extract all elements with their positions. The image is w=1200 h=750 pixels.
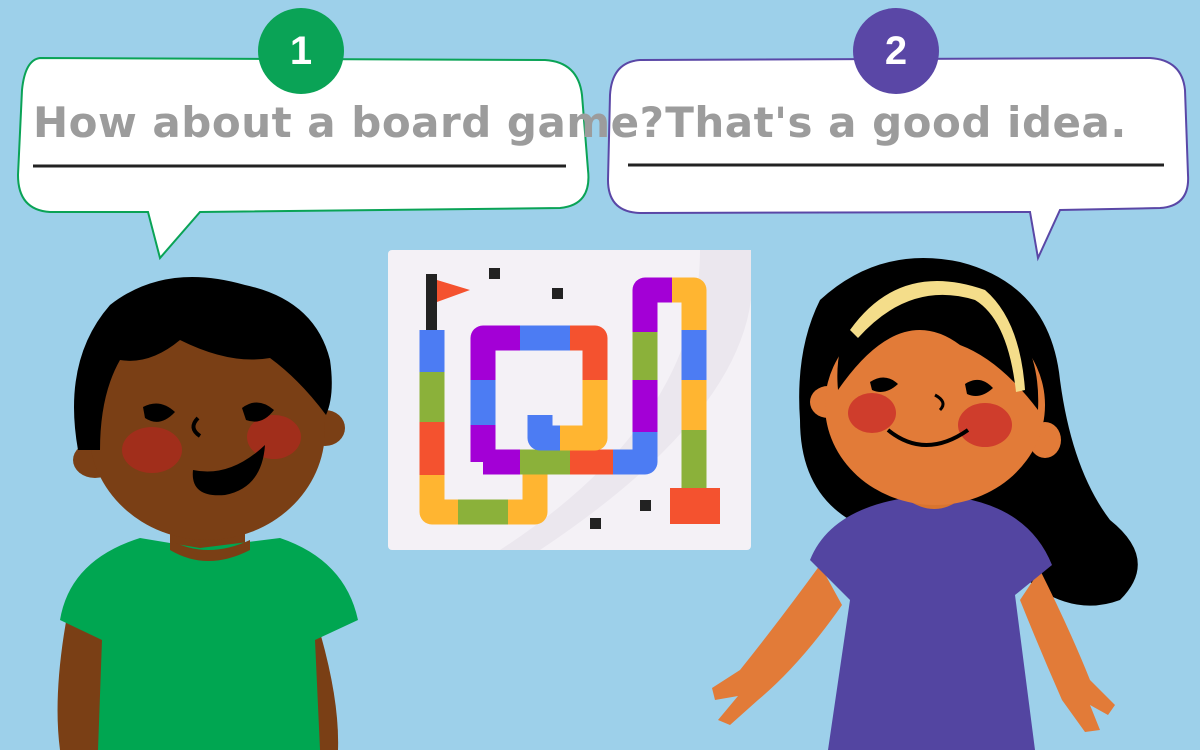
scene: 1 2 How about a board game? That's a goo… <box>0 0 1200 750</box>
badge-number-2: 2 <box>884 29 908 73</box>
speech-text-1: How about a board game? <box>33 98 665 147</box>
badge-number-1: 1 <box>289 29 313 73</box>
speech-text-2: That's a good idea. <box>665 98 1127 147</box>
girl-character <box>712 257 1138 750</box>
board-game-icon <box>388 250 751 550</box>
boy-character <box>57 276 358 750</box>
